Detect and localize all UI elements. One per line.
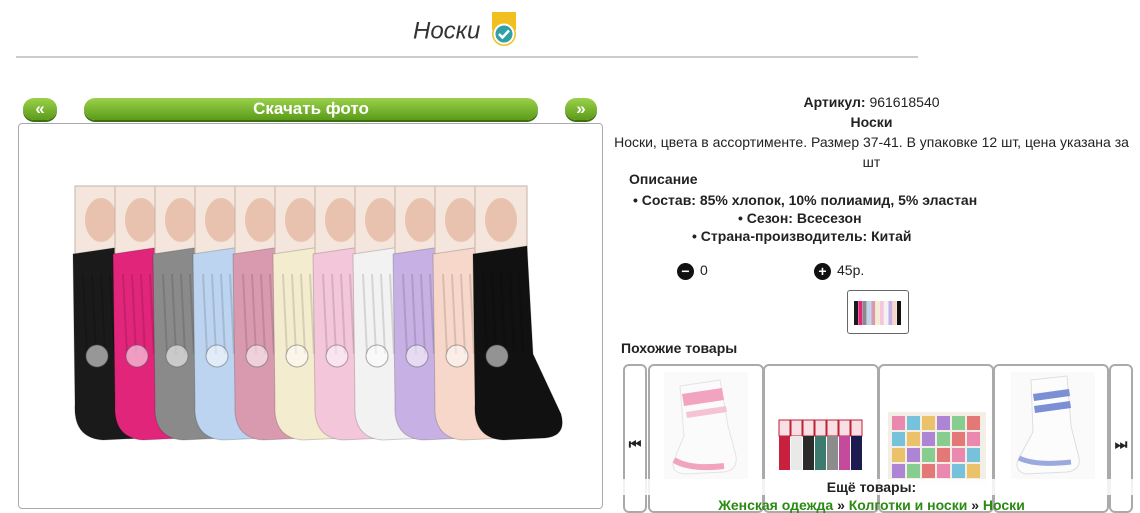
- prev-photo-button[interactable]: «: [23, 98, 57, 120]
- spec-item: • Сезон: Всесезон: [738, 210, 862, 226]
- photo-thumbnail[interactable]: [847, 290, 909, 334]
- socks-image: [72, 185, 563, 441]
- skip-forward-icon: ⏭: [1114, 436, 1128, 452]
- verified-badge-icon: [491, 12, 517, 48]
- product-photo[interactable]: [18, 123, 603, 509]
- page-title: Носки: [0, 12, 930, 50]
- spec-item: • Страна-производитель: Китай: [692, 228, 912, 244]
- price-value: 45р.: [837, 262, 865, 278]
- breadcrumb: Женская одежда » Колготки и носки » Носк…: [603, 497, 1140, 513]
- product-name: Носки: [850, 114, 893, 130]
- crumb-separator: »: [837, 497, 845, 513]
- next-photo-button[interactable]: »: [565, 98, 597, 120]
- more-goods-title: Ещё товары:: [603, 479, 1140, 495]
- title-divider: [16, 56, 918, 58]
- crumb-tights-socks[interactable]: Колготки и носки: [849, 497, 968, 513]
- crumb-socks[interactable]: Носки: [983, 497, 1025, 513]
- crumb-womens-clothing[interactable]: Женская одежда: [718, 497, 833, 513]
- product-summary: Носки, цвета в ассортименте. Размер 37-4…: [614, 134, 1129, 170]
- skip-back-icon: ⏮: [628, 436, 642, 452]
- spec-item: • Состав: 85% хлопок, 10% полиамид, 5% э…: [633, 192, 978, 208]
- thumbnail-image: [854, 301, 901, 325]
- description-title: Описание: [629, 171, 698, 187]
- plus-icon[interactable]: +: [814, 262, 831, 280]
- page-title-text: Носки: [412, 17, 481, 45]
- quantity-value: 0: [700, 262, 708, 278]
- similar-products-title: Похожие товары: [621, 340, 738, 356]
- product-info: Артикул: 961618540 Носки Носки, цвета в …: [603, 92, 1140, 172]
- crumb-separator: »: [971, 497, 980, 513]
- article-value: 961618540: [869, 94, 940, 110]
- minus-icon[interactable]: −: [677, 262, 694, 280]
- price-control: +45р.: [814, 262, 864, 280]
- article-label: Артикул:: [803, 94, 866, 110]
- article-line: Артикул: 961618540: [603, 92, 1140, 112]
- quantity-control: −0: [677, 262, 708, 280]
- download-photo-button[interactable]: Скачать фото: [84, 98, 538, 120]
